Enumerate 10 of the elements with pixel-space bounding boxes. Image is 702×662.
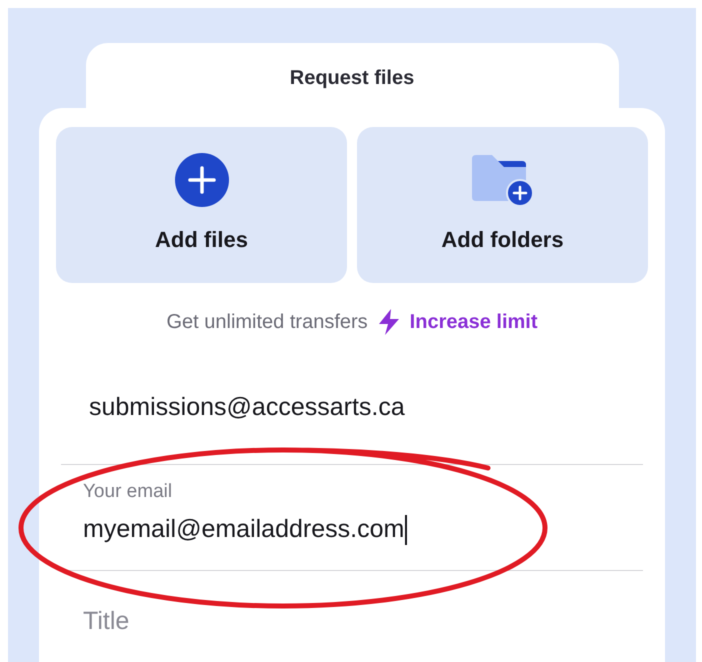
lightning-icon — [378, 309, 400, 335]
increase-limit-link[interactable]: Increase limit — [378, 307, 538, 337]
title-field[interactable]: Title — [83, 601, 623, 641]
recipient-field[interactable]: submissions@accessarts.ca — [61, 377, 643, 465]
plus-circle-icon — [174, 153, 228, 207]
add-folders-button[interactable]: Add folders — [357, 127, 648, 283]
promo-text: Get unlimited transfers — [166, 310, 368, 335]
request-files-tab[interactable]: Request files — [86, 43, 618, 108]
add-files-button[interactable]: Add files — [56, 127, 347, 283]
email-field[interactable]: Your email myemail@emailaddress.com — [61, 465, 643, 571]
